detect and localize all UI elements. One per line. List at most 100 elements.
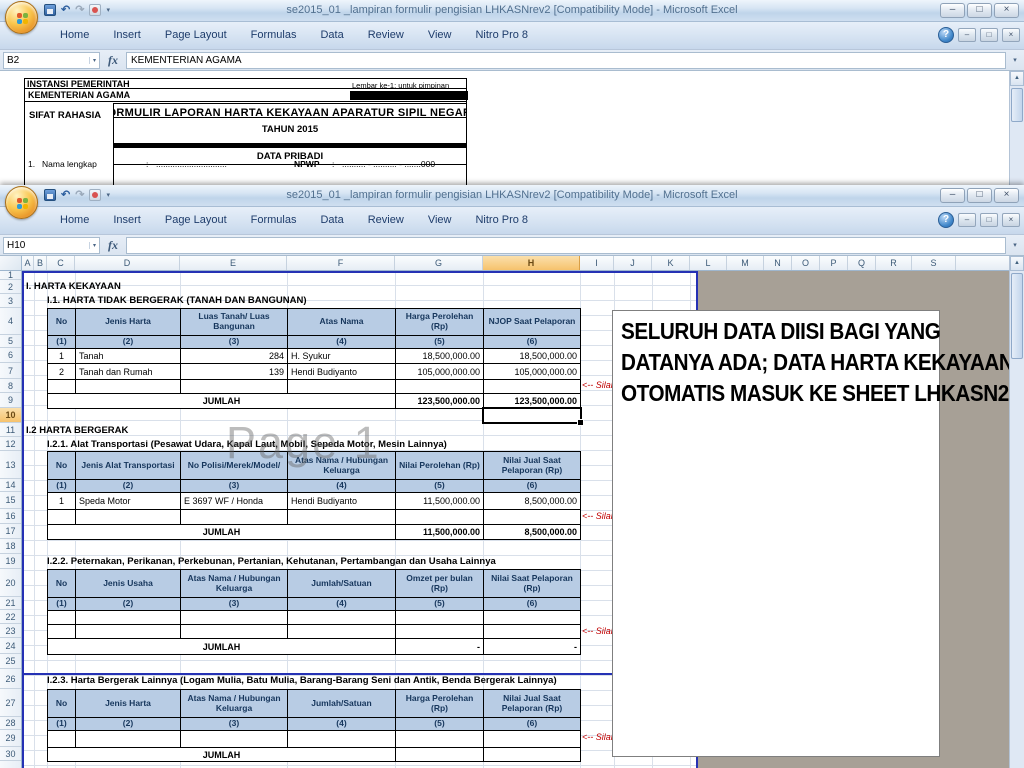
- header-cell[interactable]: Jenis Usaha: [75, 569, 181, 598]
- selected-cell-H10[interactable]: [482, 407, 584, 426]
- column-header[interactable]: S: [912, 256, 956, 270]
- tab-insert[interactable]: Insert: [101, 23, 153, 48]
- scroll-up-icon[interactable]: ▲: [1010, 71, 1024, 86]
- cell[interactable]: [47, 610, 76, 625]
- cell[interactable]: [47, 379, 76, 394]
- cell[interactable]: 1: [47, 492, 76, 510]
- colnum-cell[interactable]: (3): [180, 479, 288, 493]
- tab-page-layout[interactable]: Page Layout: [153, 208, 239, 233]
- cell[interactable]: [75, 610, 181, 625]
- cell[interactable]: Tanah: [75, 348, 181, 364]
- header-cell[interactable]: Omzet per bulan (Rp): [395, 569, 484, 598]
- colnum-cell[interactable]: (4): [287, 479, 396, 493]
- header-cell[interactable]: Jenis Harta: [75, 308, 181, 336]
- cell[interactable]: [180, 379, 288, 394]
- column-header[interactable]: R: [876, 256, 912, 270]
- redo-icon[interactable]: ↷: [75, 189, 84, 201]
- column-header[interactable]: B: [34, 256, 47, 270]
- header-cell[interactable]: Harga Perolehan (Rp): [395, 308, 484, 336]
- colnum-cell[interactable]: (6): [483, 335, 581, 349]
- header-cell[interactable]: NJOP Saat Pelaporan: [483, 308, 581, 336]
- note-textbox[interactable]: SELURUH DATA DIISI BAGI YANG DATANYA ADA…: [612, 310, 1009, 757]
- row-header[interactable]: 25: [0, 654, 21, 669]
- colnum-cell[interactable]: (4): [287, 335, 396, 349]
- name-box[interactable]: H10 ▾: [3, 236, 100, 254]
- section-harta-bergerak[interactable]: I.2 HARTA BERGERAK: [26, 425, 128, 436]
- npwp-dotted-value[interactable]: .......... - .......... - .......000: [342, 159, 979, 169]
- cell[interactable]: 284: [180, 348, 288, 364]
- colnum-cell[interactable]: (5): [395, 597, 484, 611]
- workbook-minimize-button[interactable]: –: [958, 213, 976, 227]
- jumlah-total[interactable]: -: [483, 638, 581, 655]
- row-header[interactable]: 17: [0, 524, 21, 539]
- jumlah-total[interactable]: [395, 747, 484, 762]
- cell[interactable]: 8,500,000.00: [483, 492, 581, 510]
- formula-input[interactable]: KEMENTERIAN AGAMA: [126, 51, 1006, 69]
- nitro-pdf-icon[interactable]: [89, 189, 102, 201]
- tab-review[interactable]: Review: [356, 23, 416, 48]
- minimize-button[interactable]: –: [940, 3, 965, 18]
- jumlah-total[interactable]: -: [395, 638, 484, 655]
- header-cell[interactable]: Harga Perolehan (Rp): [395, 689, 484, 718]
- colnum-cell[interactable]: (6): [483, 717, 581, 731]
- column-header[interactable]: Q: [848, 256, 876, 270]
- vertical-scrollbar[interactable]: ▲: [1009, 71, 1024, 185]
- tab-nitro-pro[interactable]: Nitro Pro 8: [463, 23, 540, 48]
- workbook-restore-button[interactable]: □: [980, 213, 998, 227]
- cell[interactable]: [180, 730, 288, 748]
- colnum-cell[interactable]: (3): [180, 717, 288, 731]
- cell[interactable]: [483, 610, 581, 625]
- close-button[interactable]: ×: [994, 3, 1019, 18]
- tab-nitro-pro[interactable]: Nitro Pro 8: [463, 208, 540, 233]
- cell[interactable]: Tanah dan Rumah: [75, 363, 181, 380]
- row-header[interactable]: 28: [0, 717, 21, 730]
- instansi-value[interactable]: KEMENTERIAN AGAMA: [25, 90, 130, 100]
- name-box-dropdown-icon[interactable]: ▾: [88, 56, 96, 64]
- header-cell[interactable]: No: [47, 451, 76, 480]
- cell[interactable]: 139: [180, 363, 288, 380]
- colnum-cell[interactable]: (5): [395, 479, 484, 493]
- minimize-button[interactable]: –: [940, 188, 965, 203]
- row-header[interactable]: 27: [0, 689, 21, 717]
- row-header[interactable]: 3: [0, 294, 21, 308]
- column-header[interactable]: F: [287, 256, 395, 270]
- tab-insert[interactable]: Insert: [101, 208, 153, 233]
- cell[interactable]: [395, 730, 484, 748]
- page-break-border-left[interactable]: [22, 271, 24, 768]
- cell[interactable]: [287, 509, 396, 525]
- colnum-cell[interactable]: (1): [47, 597, 76, 611]
- tab-view[interactable]: View: [416, 23, 464, 48]
- cell[interactable]: [395, 624, 484, 639]
- colnum-cell[interactable]: (2): [75, 717, 181, 731]
- colnum-cell[interactable]: (1): [47, 717, 76, 731]
- row-header[interactable]: 12: [0, 437, 21, 451]
- cell[interactable]: [47, 509, 76, 525]
- header-cell[interactable]: Nilai Jual Saat Pelaporan (Rp): [483, 689, 581, 718]
- cell[interactable]: [287, 730, 396, 748]
- header-cell[interactable]: Atas Nama / Hubungan Keluarga: [180, 689, 288, 718]
- column-header[interactable]: P: [820, 256, 848, 270]
- cell[interactable]: [75, 730, 181, 748]
- column-header[interactable]: C: [47, 256, 75, 270]
- jumlah-label[interactable]: JUMLAH: [47, 524, 396, 540]
- colnum-cell[interactable]: (5): [395, 717, 484, 731]
- row-header[interactable]: 22: [0, 610, 21, 624]
- row-header[interactable]: 11: [0, 423, 21, 437]
- column-header[interactable]: L: [690, 256, 727, 270]
- row-header[interactable]: 8: [0, 379, 21, 393]
- cell[interactable]: [483, 379, 581, 394]
- cell[interactable]: H. Syukur: [287, 348, 396, 364]
- cell[interactable]: 1: [47, 348, 76, 364]
- tab-home[interactable]: Home: [48, 23, 101, 48]
- cell[interactable]: Speda Motor: [75, 492, 181, 510]
- row-header[interactable]: 14: [0, 479, 21, 492]
- cell[interactable]: 2: [47, 363, 76, 380]
- row-header[interactable]: 30: [0, 747, 21, 761]
- name-box-dropdown-icon[interactable]: ▾: [88, 241, 96, 249]
- tab-page-layout[interactable]: Page Layout: [153, 23, 239, 48]
- colnum-cell[interactable]: (1): [47, 335, 76, 349]
- tab-data[interactable]: Data: [308, 23, 355, 48]
- qat-dropdown-icon[interactable]: ▾: [106, 191, 110, 199]
- row-header[interactable]: 21: [0, 597, 21, 610]
- tab-review[interactable]: Review: [356, 208, 416, 233]
